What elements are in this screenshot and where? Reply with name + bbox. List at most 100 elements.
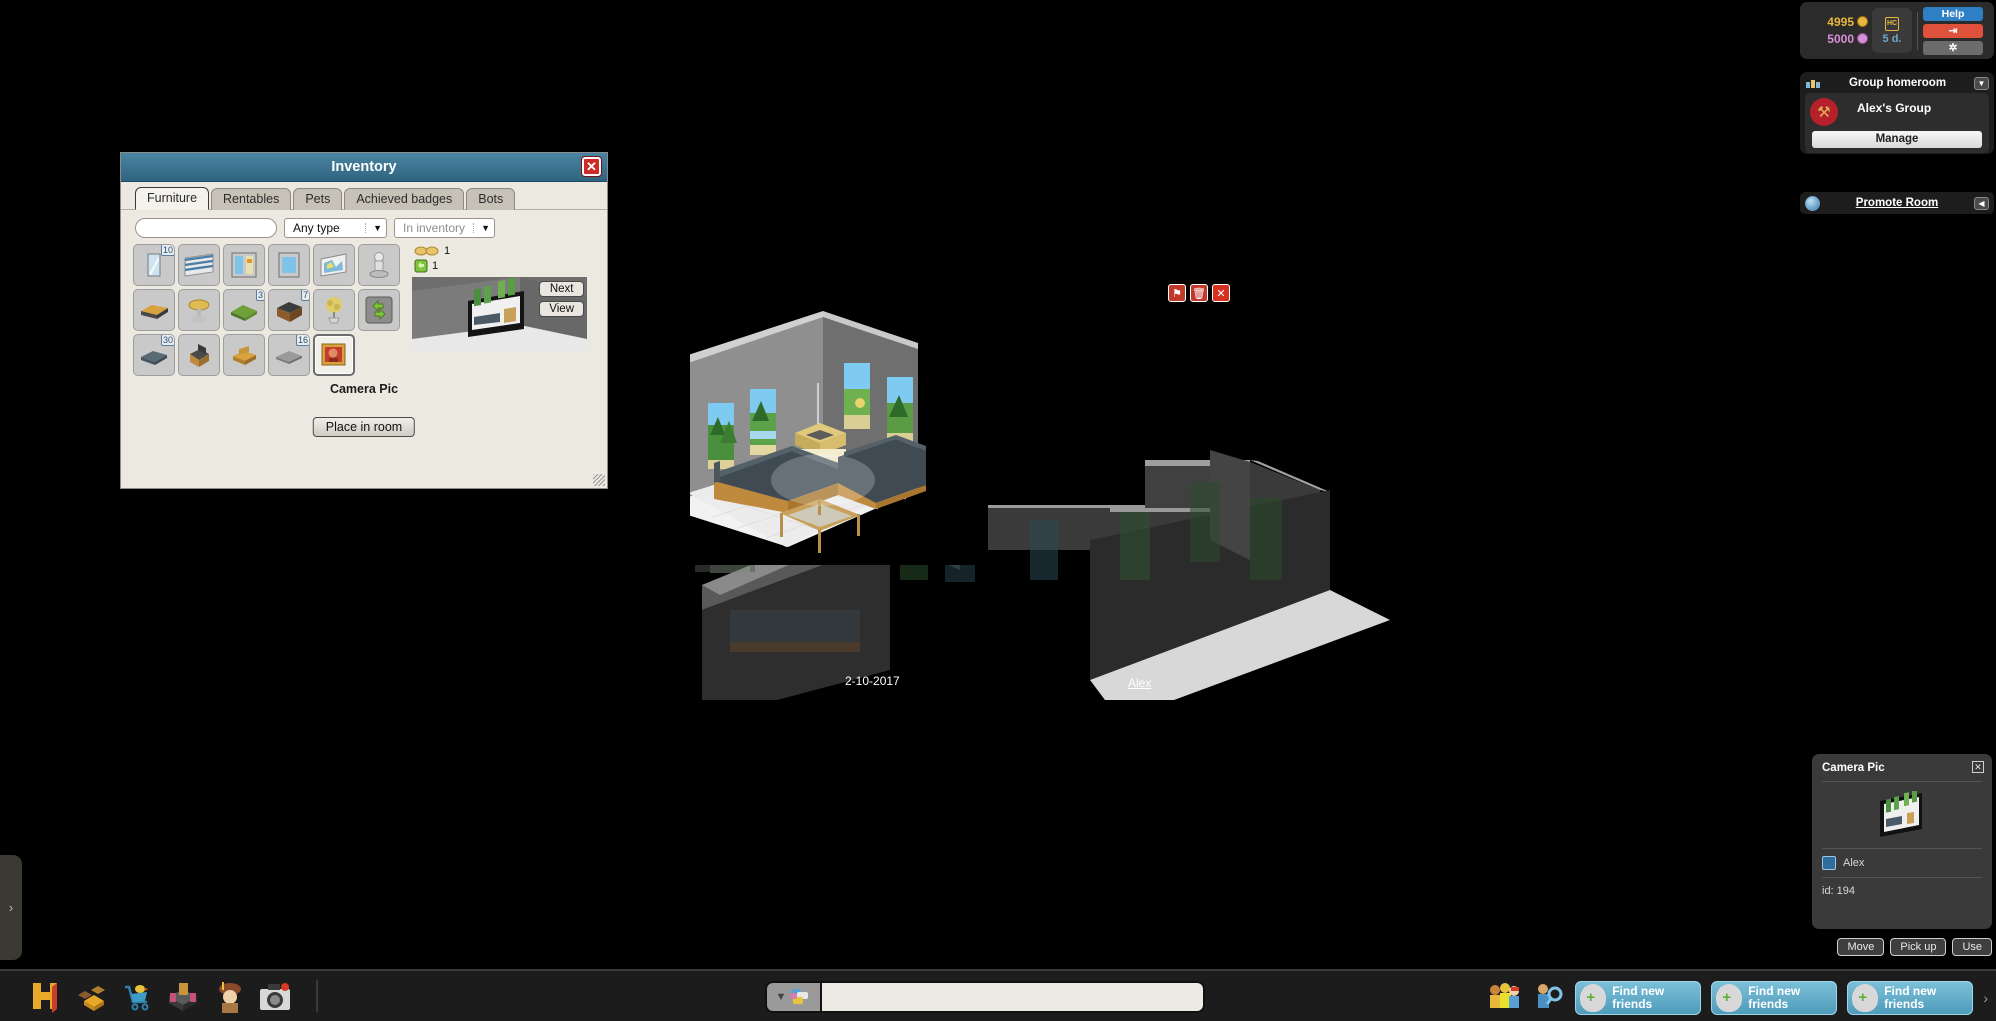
catalog-cart-icon[interactable] (120, 979, 154, 1013)
search-input[interactable] (135, 218, 277, 238)
toolbar-left-icons[interactable] (0, 979, 318, 1013)
find-new-friends-label-3: Find new friends (1884, 984, 1937, 1011)
furni-info-title: Camera Pic (1822, 762, 1885, 774)
divider (1917, 11, 1918, 50)
furni-cell-barber-chair[interactable] (178, 334, 220, 376)
plus-icon: + (1586, 989, 1596, 1006)
furni-cell-topiary-plant[interactable] (313, 289, 355, 331)
inventory-window[interactable]: Inventory ✕ Furniture Rentables Pets Ach… (120, 152, 608, 489)
furni-owner-row: Alex (1822, 856, 1982, 870)
chat-bar[interactable]: ▼ (765, 981, 1205, 1013)
furni-info-thumbnail (1822, 789, 1982, 841)
room-action-badges[interactable]: ⚑ 🗑 ✕ (1168, 284, 1230, 302)
chevron-right-icon[interactable]: › (1983, 990, 1988, 1006)
tab-achieved-badges[interactable]: Achieved badges (344, 188, 465, 210)
chevron-down-icon[interactable]: ▼ (1974, 76, 1989, 90)
chevron-down-icon: ▼ (775, 991, 787, 1003)
hc-badge-icon: HC (1885, 16, 1899, 31)
view-button[interactable]: View (539, 301, 584, 317)
find-new-friends-button-3[interactable]: + Find new friends (1847, 981, 1974, 1015)
close-icon[interactable]: ✕ (1212, 284, 1230, 302)
navigator-icon[interactable] (74, 979, 108, 1013)
tab-rentables[interactable]: Rentables (211, 188, 292, 210)
trash-icon[interactable]: 🗑 (1190, 284, 1208, 302)
handshake-count: 1 (444, 244, 451, 257)
furni-owner-name: Alex (1843, 857, 1865, 869)
find-new-friends-button-1[interactable]: + Find new friends (1575, 981, 1702, 1015)
camera-icon[interactable] (258, 979, 292, 1013)
flag-icon[interactable]: ⚑ (1168, 284, 1186, 302)
preview-buttons[interactable]: Next View (539, 281, 584, 317)
furni-cell-wooden-chest[interactable]: 7 (268, 289, 310, 331)
chevron-left-icon[interactable]: ◀ (1974, 196, 1989, 210)
group-icon (1806, 79, 1820, 88)
furni-cell-gold-stool[interactable] (178, 289, 220, 331)
tab-pets[interactable]: Pets (293, 188, 343, 210)
currency-counts: 1 1 (412, 244, 587, 273)
furni-cell-greek-flag[interactable] (178, 244, 220, 286)
furni-cell-wooden-bench[interactable] (223, 334, 265, 376)
promote-room-label[interactable]: Promote Room (1826, 197, 1968, 209)
furni-info-buttons[interactable]: Move Pick up Use (1837, 938, 1992, 956)
toolbar-right[interactable]: + Find new friends + Find new friends + … (1487, 981, 1988, 1015)
friend-search-icon[interactable] (1531, 981, 1565, 1015)
app-root: ⚑ 🗑 ✕ 2-10-2017 Alex Inventory ✕ Furnitu… (0, 0, 1996, 1021)
chat-style-button[interactable]: ▼ (765, 981, 822, 1013)
furniture-grid[interactable]: 10 3 7 30 16 (133, 244, 402, 378)
inventory-furni-icon[interactable] (166, 979, 200, 1013)
gear-icon[interactable]: ✲ (1923, 40, 1983, 55)
inventory-filters[interactable]: Any type ▼ In inventory ▼ (121, 210, 607, 238)
find-new-friends-label-1: Find new friends (1612, 984, 1665, 1011)
tab-bots[interactable]: Bots (466, 188, 516, 210)
pick-up-button[interactable]: Pick up (1890, 938, 1947, 956)
furni-cell-projector-screen[interactable] (313, 244, 355, 286)
help-button[interactable]: Help (1923, 6, 1983, 21)
habbo-logo-icon[interactable] (28, 979, 62, 1013)
plus-icon: + (1722, 989, 1732, 1006)
recycle-token-row: 1 (414, 259, 587, 273)
furni-cell-window-single[interactable] (268, 244, 310, 286)
promote-room-panel[interactable]: Promote Room ◀ (1800, 192, 1994, 214)
type-filter-select[interactable]: Any type ▼ (284, 218, 387, 238)
furni-cell-camera-pic[interactable] (313, 334, 355, 376)
move-button[interactable]: Move (1837, 938, 1885, 956)
exit-icon[interactable]: ⇥ (1923, 23, 1983, 38)
avatar-profile-icon[interactable] (212, 979, 246, 1013)
location-filter-select[interactable]: In inventory ▼ (394, 218, 495, 238)
use-button[interactable]: Use (1952, 938, 1992, 956)
manage-button[interactable]: Manage (1812, 131, 1982, 148)
furni-cell-pillow-roll[interactable]: 30 (133, 334, 175, 376)
photo-user[interactable]: Alex (1128, 676, 1151, 690)
place-in-room-button[interactable]: Place in room (312, 417, 416, 437)
chevron-right-icon[interactable]: › (0, 855, 22, 960)
furni-cell-stone-tile[interactable]: 16 (268, 334, 310, 376)
ducket-coin-icon (1857, 32, 1868, 44)
group-homeroom-panel[interactable]: Group homeroom ▼ ⚒ Alex's Group Manage (1800, 72, 1994, 154)
tab-furniture[interactable]: Furniture (135, 187, 210, 210)
location-filter-value: In inventory (403, 221, 466, 235)
find-new-friends-button-2[interactable]: + Find new friends (1711, 981, 1838, 1015)
furni-cell-grass-patch[interactable]: 3 (223, 289, 265, 331)
room-scene[interactable] (668, 250, 1390, 720)
chat-input[interactable] (822, 981, 1205, 1013)
top-action-buttons[interactable]: Help ⇥ ✲ (1923, 6, 1983, 55)
room-isometric-render (668, 285, 1390, 720)
inventory-title: Inventory (331, 159, 397, 175)
furni-cell-mirror[interactable]: 10 (133, 244, 175, 286)
avatar: + (1852, 984, 1879, 1012)
next-button[interactable]: Next (539, 281, 584, 297)
furni-cell-recycler[interactable] (358, 289, 400, 331)
resize-grip[interactable] (593, 474, 605, 486)
inventory-body: 10 3 7 30 16 1 1 Next View (121, 238, 607, 378)
furni-cell-window-double[interactable] (223, 244, 265, 286)
inventory-tabs[interactable]: Furniture Rentables Pets Achieved badges… (121, 182, 607, 210)
furni-cell-trophy[interactable] (358, 244, 400, 286)
friends-group-icon[interactable] (1487, 981, 1521, 1015)
handshake-icon (414, 246, 439, 256)
close-icon[interactable]: ✕ (582, 157, 601, 176)
furni-cell-log-bench[interactable] (133, 289, 175, 331)
close-icon[interactable]: ✕ (1972, 761, 1984, 773)
hc-status[interactable]: HC 5 d. (1872, 8, 1912, 53)
group-panel-header: Group homeroom ▼ (1805, 76, 1989, 90)
furni-info-panel[interactable]: Camera Pic ✕ Alex id: 194 (1812, 754, 1992, 929)
